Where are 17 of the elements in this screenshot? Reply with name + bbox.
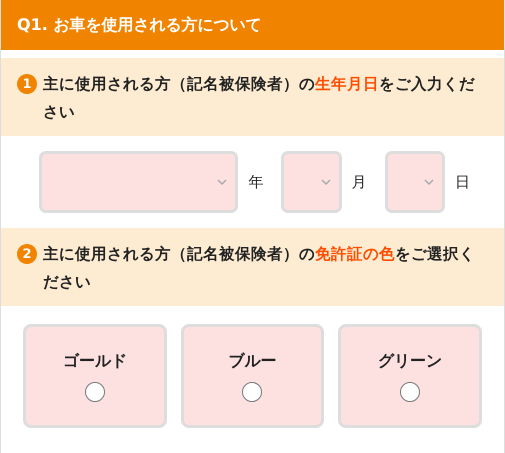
radio-button[interactable] [84, 382, 105, 402]
unit-label: 月 [352, 172, 367, 192]
question-number: 2 [17, 244, 37, 264]
chevron-down-icon [424, 179, 434, 185]
chevron-down-icon [320, 179, 331, 185]
unit-label: 日 [454, 172, 470, 192]
question-number: 1 [17, 74, 37, 94]
choice-card[interactable]: グリーン [338, 324, 482, 428]
unit-label: 年 [248, 172, 264, 192]
radio-button[interactable] [242, 382, 262, 402]
choice-card[interactable]: ゴールド [23, 324, 167, 428]
choice-card[interactable]: ブルー [180, 324, 324, 428]
radio-button[interactable] [400, 382, 420, 402]
question-text: 主に使用される方（記名被保険者）の生年月日 をご入力ください [43, 74, 476, 123]
question-text: 主に使用される方（記名被保険者）の免許証の色をご選択ください [43, 244, 476, 293]
chevron-down-icon [217, 179, 228, 185]
section-header: Q1. お車を使用される方について [1, 0, 504, 50]
